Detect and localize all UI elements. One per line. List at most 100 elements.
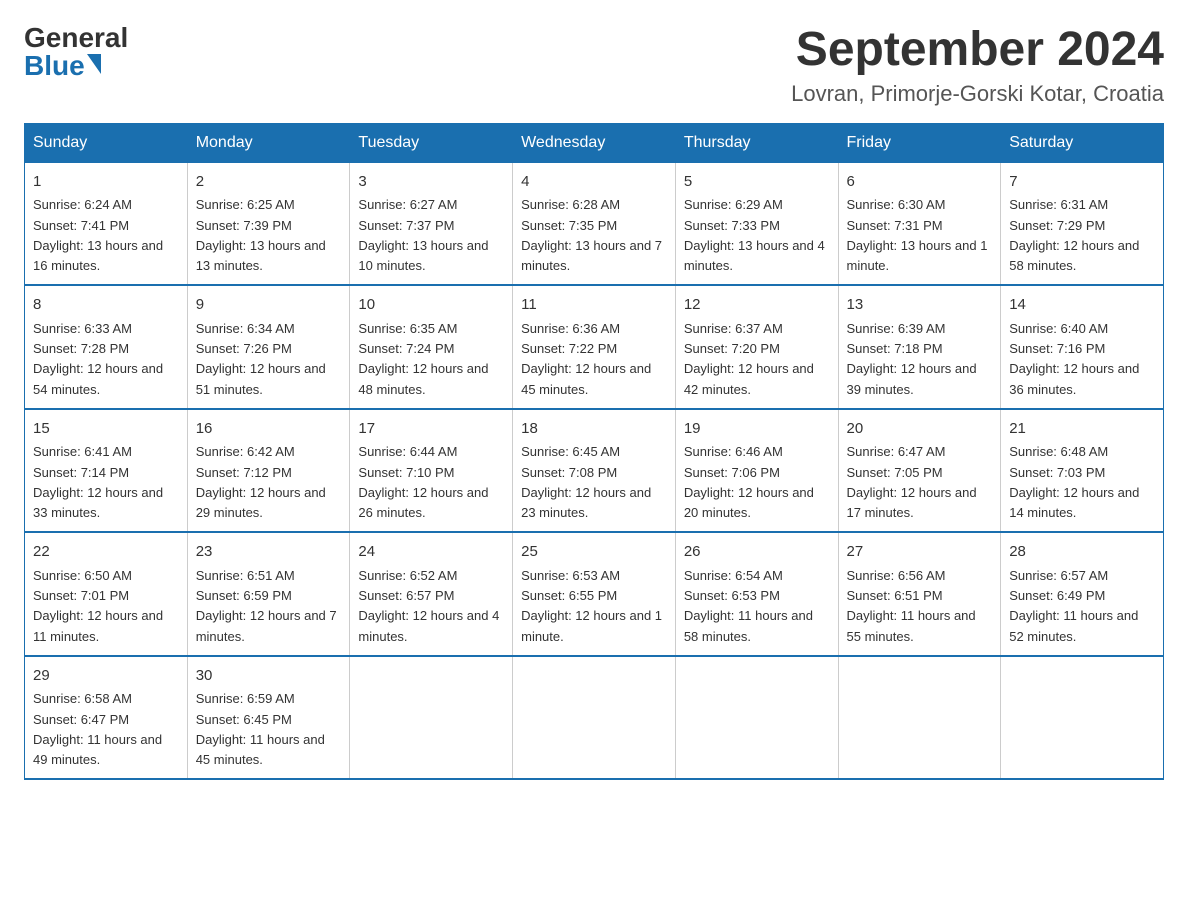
calendar-cell: 25Sunrise: 6:53 AMSunset: 6:55 PMDayligh… — [513, 532, 676, 656]
week-row-5: 29Sunrise: 6:58 AMSunset: 6:47 PMDayligh… — [25, 656, 1164, 780]
day-number: 20 — [847, 418, 993, 441]
day-info: Sunrise: 6:51 AMSunset: 6:59 PMDaylight:… — [196, 568, 337, 644]
day-info: Sunrise: 6:44 AMSunset: 7:10 PMDaylight:… — [358, 444, 488, 520]
day-info: Sunrise: 6:25 AMSunset: 7:39 PMDaylight:… — [196, 197, 326, 273]
day-number: 17 — [358, 418, 504, 441]
header-wednesday: Wednesday — [513, 123, 676, 162]
calendar-cell: 14 Sunrise: 6:40 AMSunset: 7:16 PMDayligh… — [1001, 285, 1164, 409]
calendar-cell: 16 Sunrise: 6:42 AMSunset: 7:12 PMDayligh… — [187, 409, 350, 533]
day-info: Sunrise: 6:24 AMSunset: 7:41 PMDaylight:… — [33, 197, 163, 273]
day-number: 10 — [358, 294, 504, 317]
day-number: 4 — [521, 171, 667, 194]
day-number: 30 — [196, 665, 342, 688]
header-tuesday: Tuesday — [350, 123, 513, 162]
week-row-3: 15 Sunrise: 6:41 AMSunset: 7:14 PMDayligh… — [25, 409, 1164, 533]
calendar-cell: 9Sunrise: 6:34 AMSunset: 7:26 PMDaylight… — [187, 285, 350, 409]
day-number: 14 — [1009, 294, 1155, 317]
day-info: Sunrise: 6:54 AMSunset: 6:53 PMDaylight:… — [684, 568, 813, 644]
logo-triangle-icon — [87, 54, 101, 74]
day-info: Sunrise: 6:34 AMSunset: 7:26 PMDaylight:… — [196, 321, 326, 397]
day-info: Sunrise: 6:30 AMSunset: 7:31 PMDaylight:… — [847, 197, 988, 273]
day-info: Sunrise: 6:40 AMSunset: 7:16 PMDaylight:… — [1009, 321, 1139, 397]
calendar-cell: 13 Sunrise: 6:39 AMSunset: 7:18 PMDayligh… — [838, 285, 1001, 409]
day-info: Sunrise: 6:47 AMSunset: 7:05 PMDaylight:… — [847, 444, 977, 520]
calendar-cell: 19 Sunrise: 6:46 AMSunset: 7:06 PMDayligh… — [675, 409, 838, 533]
calendar-cell — [513, 656, 676, 780]
calendar-cell: 3 Sunrise: 6:27 AMSunset: 7:37 PMDaylight… — [350, 162, 513, 285]
day-info: Sunrise: 6:57 AMSunset: 6:49 PMDaylight:… — [1009, 568, 1138, 644]
day-info: Sunrise: 6:59 AMSunset: 6:45 PMDaylight:… — [196, 691, 325, 767]
day-number: 19 — [684, 418, 830, 441]
day-number: 11 — [521, 294, 667, 317]
day-number: 21 — [1009, 418, 1155, 441]
calendar-cell — [1001, 656, 1164, 780]
day-number: 8 — [33, 294, 179, 317]
day-number: 2 — [196, 171, 342, 194]
week-row-4: 22Sunrise: 6:50 AMSunset: 7:01 PMDayligh… — [25, 532, 1164, 656]
day-info: Sunrise: 6:41 AMSunset: 7:14 PMDaylight:… — [33, 444, 163, 520]
day-info: Sunrise: 6:48 AMSunset: 7:03 PMDaylight:… — [1009, 444, 1139, 520]
day-info: Sunrise: 6:46 AMSunset: 7:06 PMDaylight:… — [684, 444, 814, 520]
logo: General Blue — [24, 24, 128, 80]
day-info: Sunrise: 6:56 AMSunset: 6:51 PMDaylight:… — [847, 568, 976, 644]
page-header: General Blue September 2024 Lovran, Prim… — [24, 24, 1164, 107]
day-info: Sunrise: 6:31 AMSunset: 7:29 PMDaylight:… — [1009, 197, 1139, 273]
calendar-cell: 7 Sunrise: 6:31 AMSunset: 7:29 PMDaylight… — [1001, 162, 1164, 285]
calendar-header-row: SundayMondayTuesdayWednesdayThursdayFrid… — [25, 123, 1164, 162]
day-number: 27 — [847, 541, 993, 564]
page-title: September 2024 — [791, 24, 1164, 77]
calendar-cell: 29Sunrise: 6:58 AMSunset: 6:47 PMDayligh… — [25, 656, 188, 780]
day-info: Sunrise: 6:33 AMSunset: 7:28 PMDaylight:… — [33, 321, 163, 397]
day-info: Sunrise: 6:45 AMSunset: 7:08 PMDaylight:… — [521, 444, 651, 520]
calendar-cell: 21 Sunrise: 6:48 AMSunset: 7:03 PMDayligh… — [1001, 409, 1164, 533]
day-number: 13 — [847, 294, 993, 317]
calendar-cell: 20 Sunrise: 6:47 AMSunset: 7:05 PMDayligh… — [838, 409, 1001, 533]
header-friday: Friday — [838, 123, 1001, 162]
calendar-cell: 27 Sunrise: 6:56 AMSunset: 6:51 PMDayligh… — [838, 532, 1001, 656]
day-number: 7 — [1009, 171, 1155, 194]
day-info: Sunrise: 6:37 AMSunset: 7:20 PMDaylight:… — [684, 321, 814, 397]
day-info: Sunrise: 6:28 AMSunset: 7:35 PMDaylight:… — [521, 197, 662, 273]
day-number: 12 — [684, 294, 830, 317]
calendar-cell: 8 Sunrise: 6:33 AMSunset: 7:28 PMDaylight… — [25, 285, 188, 409]
calendar-cell: 6 Sunrise: 6:30 AMSunset: 7:31 PMDaylight… — [838, 162, 1001, 285]
day-info: Sunrise: 6:52 AMSunset: 6:57 PMDaylight:… — [358, 568, 499, 644]
day-info: Sunrise: 6:58 AMSunset: 6:47 PMDaylight:… — [33, 691, 162, 767]
calendar-cell — [838, 656, 1001, 780]
day-number: 22 — [33, 541, 179, 564]
calendar-table: SundayMondayTuesdayWednesdayThursdayFrid… — [24, 123, 1164, 781]
calendar-cell: 18Sunrise: 6:45 AMSunset: 7:08 PMDayligh… — [513, 409, 676, 533]
day-number: 28 — [1009, 541, 1155, 564]
header-sunday: Sunday — [25, 123, 188, 162]
calendar-cell: 1 Sunrise: 6:24 AMSunset: 7:41 PMDaylight… — [25, 162, 188, 285]
calendar-cell: 10 Sunrise: 6:35 AMSunset: 7:24 PMDayligh… — [350, 285, 513, 409]
day-info: Sunrise: 6:35 AMSunset: 7:24 PMDaylight:… — [358, 321, 488, 397]
day-number: 15 — [33, 418, 179, 441]
day-number: 16 — [196, 418, 342, 441]
day-info: Sunrise: 6:27 AMSunset: 7:37 PMDaylight:… — [358, 197, 488, 273]
day-info: Sunrise: 6:42 AMSunset: 7:12 PMDaylight:… — [196, 444, 326, 520]
calendar-cell: 2 Sunrise: 6:25 AMSunset: 7:39 PMDaylight… — [187, 162, 350, 285]
day-info: Sunrise: 6:53 AMSunset: 6:55 PMDaylight:… — [521, 568, 662, 644]
logo-blue-text: Blue — [24, 52, 128, 80]
day-info: Sunrise: 6:36 AMSunset: 7:22 PMDaylight:… — [521, 321, 651, 397]
day-info: Sunrise: 6:29 AMSunset: 7:33 PMDaylight:… — [684, 197, 825, 273]
day-number: 6 — [847, 171, 993, 194]
calendar-cell: 4 Sunrise: 6:28 AMSunset: 7:35 PMDaylight… — [513, 162, 676, 285]
calendar-cell: 24Sunrise: 6:52 AMSunset: 6:57 PMDayligh… — [350, 532, 513, 656]
calendar-cell: 28 Sunrise: 6:57 AMSunset: 6:49 PMDayligh… — [1001, 532, 1164, 656]
calendar-cell: 17 Sunrise: 6:44 AMSunset: 7:10 PMDayligh… — [350, 409, 513, 533]
calendar-cell: 23Sunrise: 6:51 AMSunset: 6:59 PMDayligh… — [187, 532, 350, 656]
calendar-cell: 12 Sunrise: 6:37 AMSunset: 7:20 PMDayligh… — [675, 285, 838, 409]
header-monday: Monday — [187, 123, 350, 162]
week-row-1: 1 Sunrise: 6:24 AMSunset: 7:41 PMDaylight… — [25, 162, 1164, 285]
calendar-cell: 5 Sunrise: 6:29 AMSunset: 7:33 PMDaylight… — [675, 162, 838, 285]
calendar-cell: 30 Sunrise: 6:59 AMSunset: 6:45 PMDayligh… — [187, 656, 350, 780]
day-number: 26 — [684, 541, 830, 564]
day-number: 3 — [358, 171, 504, 194]
day-number: 5 — [684, 171, 830, 194]
week-row-2: 8 Sunrise: 6:33 AMSunset: 7:28 PMDaylight… — [25, 285, 1164, 409]
day-info: Sunrise: 6:39 AMSunset: 7:18 PMDaylight:… — [847, 321, 977, 397]
logo-general-text: General — [24, 24, 128, 52]
day-number: 1 — [33, 171, 179, 194]
